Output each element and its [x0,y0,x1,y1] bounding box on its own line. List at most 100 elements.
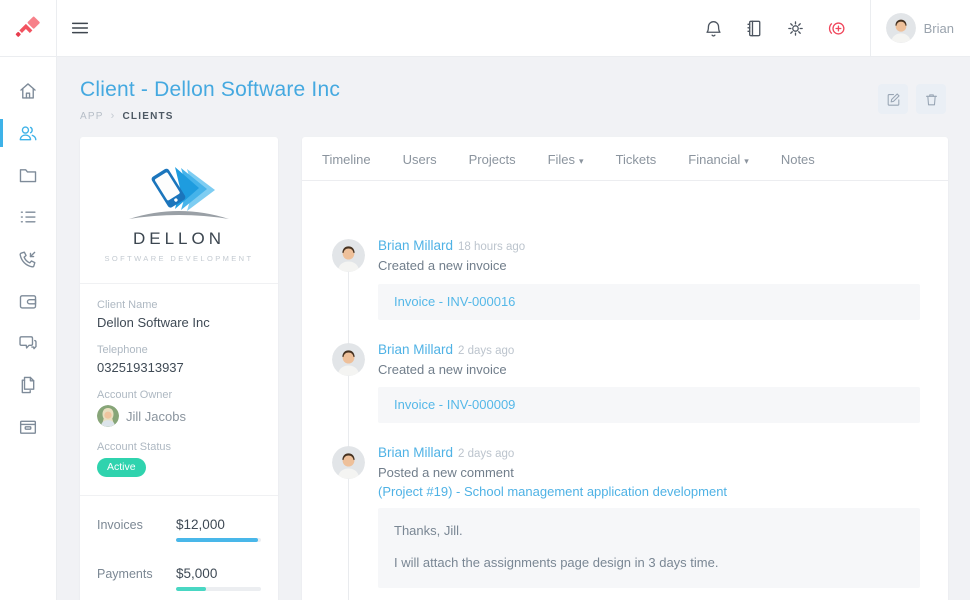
tab-label: Users [403,152,437,167]
entry-reference-box: Invoice - INV-000009 [378,387,920,423]
documents-icon [17,374,39,396]
field-label: Telephone [97,344,261,356]
tab-label: Financial [688,152,740,167]
chevron-down-icon: ▾ [579,156,584,166]
field-value: Dellon Software Inc [97,315,261,330]
tab-bar: TimelineUsersProjectsFiles▾TicketsFinanc… [302,137,948,181]
chevron-down-icon: ▾ [744,156,749,166]
client-logo-name: DELLON [90,229,268,249]
app-logo-icon [14,14,42,42]
tab-financial[interactable]: Financial ▾ [672,137,765,180]
entry-avatar [332,343,365,376]
entry-action-text: Posted a new comment [378,464,920,482]
entry-timestamp: 2 days ago [458,345,514,357]
sidebar-item-projects[interactable] [0,154,57,196]
tab-files[interactable]: Files▾ [532,137,600,180]
stat-progress-fill [176,538,258,542]
timeline-entry: Brian Millard 2 days ago Posted a new comm… [378,445,920,588]
delete-client-button[interactable] [916,84,946,114]
sidebar [0,57,57,600]
notebook-icon[interactable] [744,18,765,39]
stat-label: Invoices [97,516,176,542]
entry-project-link[interactable]: (Project #19) - School management applic… [378,484,920,499]
invoice-link[interactable]: Invoice - INV-000016 [394,294,515,309]
gear-icon[interactable] [785,18,806,39]
stat-invoices: Invoices$12,000 [97,516,261,542]
quick-add-icon[interactable] [826,18,847,39]
chevron-right-icon: › [111,110,116,122]
stat-payments: Payments$5,000 [97,565,261,591]
sidebar-item-clients[interactable] [0,112,57,154]
sidebar-item-payments[interactable] [0,280,57,322]
comment-text: I will attach the assignments page desig… [394,554,904,572]
client-info-card: DELLON SOFTWARE DEVELOPMENT Client Name D… [80,137,278,600]
stat-progress-track [176,587,261,591]
bell-icon[interactable] [703,18,724,39]
status-badge: Active [97,458,146,477]
tab-timeline[interactable]: Timeline [306,137,387,180]
stat-progress-fill [176,587,206,591]
breadcrumb-clients[interactable]: CLIENTS [123,111,174,122]
field-account-owner: Account Owner Jill Jacobs [97,389,261,427]
chat-icon [17,332,39,354]
timeline-panel: TimelineUsersProjectsFiles▾TicketsFinanc… [302,137,948,600]
sidebar-item-documents[interactable] [0,364,57,406]
timeline-line [348,247,349,600]
tab-label: Timeline [322,152,371,167]
field-value: 032519313937 [97,360,261,375]
entry-author-link[interactable]: Brian Millard [378,445,453,460]
tab-notes[interactable]: Notes [765,137,831,180]
list-icon [17,206,39,228]
user-menu[interactable]: Brian [870,0,970,56]
edit-client-button[interactable] [878,84,908,114]
sidebar-item-tasks[interactable] [0,196,57,238]
account-owner: Jill Jacobs [97,405,261,427]
main-content: Client - Dellon Software Inc APP › CLIEN… [57,57,970,600]
sidebar-item-messages[interactable] [0,322,57,364]
users-icon [17,122,39,144]
archive-icon [17,416,39,438]
tab-projects[interactable]: Projects [453,137,532,180]
entry-action-text: Created a new invoice [378,361,920,379]
sidebar-item-home[interactable] [0,70,57,112]
tab-tickets[interactable]: Tickets [600,137,673,180]
timeline-feed: Brian Millard 18 hours ago Created a new i… [302,181,948,600]
home-icon [17,80,39,102]
app-logo[interactable] [0,0,57,56]
user-name: Brian [924,21,954,36]
owner-avatar [97,405,119,427]
breadcrumb-app[interactable]: APP [80,111,104,122]
sidebar-item-calls[interactable] [0,238,57,280]
field-account-status: Account Status Active [97,441,261,477]
client-logo: DELLON SOFTWARE DEVELOPMENT [80,137,278,284]
client-logo-art [117,161,241,227]
entry-timestamp: 18 hours ago [458,241,525,253]
comment-box: Thanks, Jill. I will attach the assignmen… [378,508,920,588]
phone-incoming-icon [17,248,39,270]
field-label: Account Owner [97,389,261,401]
entry-action-text: Created a new invoice [378,257,920,275]
stat-progress-track [176,538,261,542]
entry-author-link[interactable]: Brian Millard [378,238,453,253]
owner-name: Jill Jacobs [126,409,186,424]
folder-icon [17,164,39,186]
topbar: Brian [0,0,970,57]
tab-users[interactable]: Users [387,137,453,180]
comment-text: Thanks, Jill. [394,522,904,540]
entry-timestamp: 2 days ago [458,448,514,460]
timeline-entry: Brian Millard 2 days ago Created a new inv… [378,342,920,424]
field-label: Client Name [97,299,261,311]
invoice-link[interactable]: Invoice - INV-000009 [394,397,515,412]
trash-icon [923,91,940,108]
entry-author-link[interactable]: Brian Millard [378,342,453,357]
tab-label: Projects [469,152,516,167]
field-client-name: Client Name Dellon Software Inc [97,299,261,330]
page-title: Client - Dellon Software Inc [80,78,340,102]
field-label: Account Status [97,441,261,453]
timeline-entry: Brian Millard 18 hours ago Created a new i… [378,238,920,320]
edit-icon [885,91,902,108]
client-fields: Client Name Dellon Software Inc Telephone 0… [80,284,278,496]
stat-value: $5,000 [176,566,261,581]
hamburger-menu-icon[interactable] [69,17,91,39]
sidebar-item-archive[interactable] [0,406,57,448]
